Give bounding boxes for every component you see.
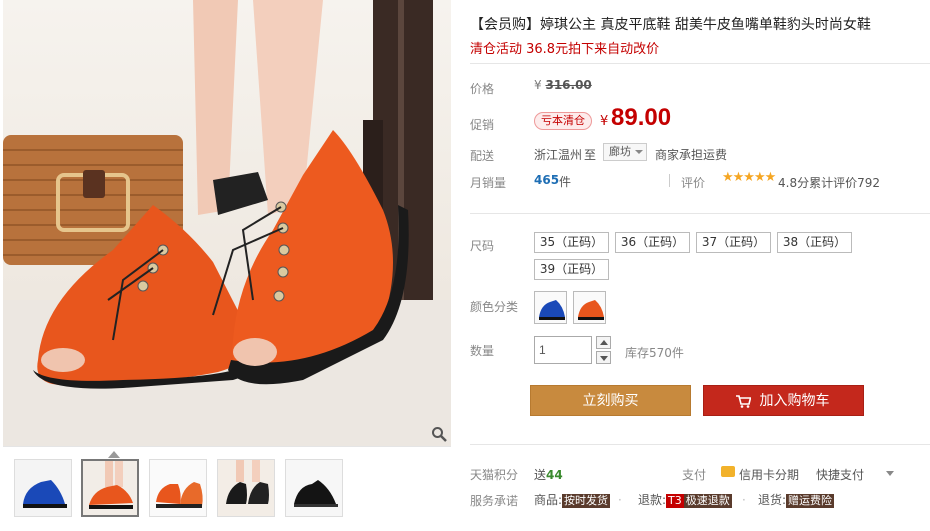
current-price: 89.00 bbox=[611, 104, 672, 131]
points-prefix: 送 bbox=[534, 468, 547, 482]
card-icon bbox=[721, 466, 735, 477]
service-prefix: 退款: bbox=[638, 493, 667, 507]
size-option-36[interactable]: 36（正码） bbox=[615, 232, 690, 253]
thumbnail-5[interactable] bbox=[285, 459, 343, 517]
thumbnail-strip bbox=[3, 446, 451, 531]
points-number: 44 bbox=[546, 468, 563, 482]
service-fast-refund: 退款: T3 极速退款 bbox=[638, 491, 732, 508]
color-option-blue[interactable] bbox=[534, 291, 567, 324]
original-price-value: 316.00 bbox=[545, 78, 592, 92]
monthly-sales-label: 月销量 bbox=[470, 176, 507, 190]
monthly-sales-count: 465 bbox=[534, 173, 560, 187]
color-option-orange[interactable] bbox=[573, 291, 606, 324]
divider bbox=[470, 63, 930, 64]
main-product-image[interactable] bbox=[3, 0, 451, 446]
active-thumb-caret-icon bbox=[108, 451, 120, 458]
color-label: 颜色分类 bbox=[470, 300, 519, 314]
dropdown-caret-icon bbox=[635, 150, 643, 154]
payment-quick-pay[interactable]: 快捷支付 bbox=[816, 466, 864, 483]
promo-tag-badge: 亏本清仓 bbox=[534, 112, 592, 130]
zoom-icon[interactable] bbox=[431, 426, 447, 442]
service-tag: 赠运费险 bbox=[786, 494, 835, 508]
divider bbox=[470, 213, 930, 214]
ship-to-word: 至 bbox=[584, 148, 597, 162]
destination-city-select[interactable]: 廊坊 bbox=[603, 143, 647, 161]
payment-label: 支付 bbox=[682, 468, 707, 482]
quantity-increase-button[interactable] bbox=[596, 336, 611, 349]
size-label: 尺码 bbox=[470, 239, 495, 253]
add-to-cart-button[interactable]: 加入购物车 bbox=[703, 385, 864, 416]
monthly-sales-unit: 件 bbox=[559, 175, 572, 189]
stepper-down-icon bbox=[600, 356, 608, 361]
service-brand-tag: T3 bbox=[666, 494, 684, 508]
promo-label: 促销 bbox=[470, 118, 495, 132]
ship-from-location: 浙江温州 bbox=[534, 148, 583, 162]
stock-count: 库存570件 bbox=[625, 346, 684, 360]
shipping-label: 配送 bbox=[470, 149, 495, 163]
current-price-currency: ¥ bbox=[600, 114, 609, 129]
size-option-38[interactable]: 38（正码） bbox=[777, 232, 852, 253]
quantity-label: 数量 bbox=[470, 344, 495, 358]
points-value: 送44 bbox=[534, 466, 563, 483]
thumbnail-1[interactable] bbox=[14, 459, 72, 517]
services-label: 服务承诺 bbox=[470, 494, 519, 508]
divider bbox=[470, 444, 930, 445]
promo-subtitle: 清仓活动 36.8元拍下来自动改价 bbox=[470, 42, 660, 57]
thumbnail-3[interactable] bbox=[149, 459, 207, 517]
service-prefix: 商品: bbox=[534, 493, 563, 507]
service-ship-on-time: 商品: 按时发货 bbox=[534, 491, 611, 508]
price-label: 价格 bbox=[470, 82, 495, 96]
main-image-art bbox=[3, 0, 451, 446]
size-option-35[interactable]: 35（正码） bbox=[534, 232, 609, 253]
divider-vertical bbox=[669, 174, 670, 187]
thumbnail-2[interactable] bbox=[81, 459, 139, 517]
original-price-currency: ¥ bbox=[534, 78, 542, 92]
points-label: 天猫积分 bbox=[470, 468, 519, 482]
destination-city-value: 廊坊 bbox=[609, 145, 631, 158]
service-prefix: 退货: bbox=[758, 493, 787, 507]
service-dot-separator: · bbox=[618, 493, 622, 507]
quantity-decrease-button[interactable] bbox=[596, 351, 611, 364]
product-title: 【会员购】婷琪公主 真皮平底鞋 甜美牛皮鱼嘴单鞋豹头时尚女鞋 bbox=[470, 17, 871, 33]
quantity-input[interactable] bbox=[534, 336, 592, 364]
product-detail-panel: 【会员购】婷琪公主 真皮平底鞋 甜美牛皮鱼嘴单鞋豹头时尚女鞋 清仓活动 36.8… bbox=[460, 0, 930, 531]
cart-icon bbox=[736, 395, 751, 408]
buy-now-button[interactable]: 立刻购买 bbox=[530, 385, 691, 416]
size-option-37[interactable]: 37（正码） bbox=[696, 232, 771, 253]
service-tag: 按时发货 bbox=[562, 494, 611, 508]
orange-shoe-swatch-icon bbox=[574, 292, 605, 323]
service-tag: 极速退款 bbox=[683, 494, 732, 508]
service-return-insurance: 退货: 赠运费险 bbox=[758, 491, 835, 508]
add-to-cart-label: 加入购物车 bbox=[759, 393, 830, 409]
service-dot-separator: · bbox=[742, 493, 746, 507]
thumbnail-4[interactable] bbox=[217, 459, 275, 517]
stepper-up-icon bbox=[600, 340, 608, 345]
size-option-39[interactable]: 39（正码） bbox=[534, 259, 609, 280]
original-price: ¥ 316.00 bbox=[534, 78, 592, 92]
payment-dropdown-caret-icon[interactable] bbox=[886, 471, 894, 476]
rating-label: 评价 bbox=[681, 176, 706, 190]
rating-summary-link[interactable]: 4.8分累计评价792 bbox=[778, 174, 880, 191]
blue-shoe-swatch-icon bbox=[535, 292, 566, 323]
payment-credit-installment[interactable]: 信用卡分期 bbox=[739, 466, 799, 483]
rating-stars: ★★★★★ bbox=[722, 170, 776, 185]
product-page: 【会员购】婷琪公主 真皮平底鞋 甜美牛皮鱼嘴单鞋豹头时尚女鞋 清仓活动 36.8… bbox=[0, 0, 930, 531]
shipping-fee-text: 商家承担运费 bbox=[655, 148, 728, 162]
